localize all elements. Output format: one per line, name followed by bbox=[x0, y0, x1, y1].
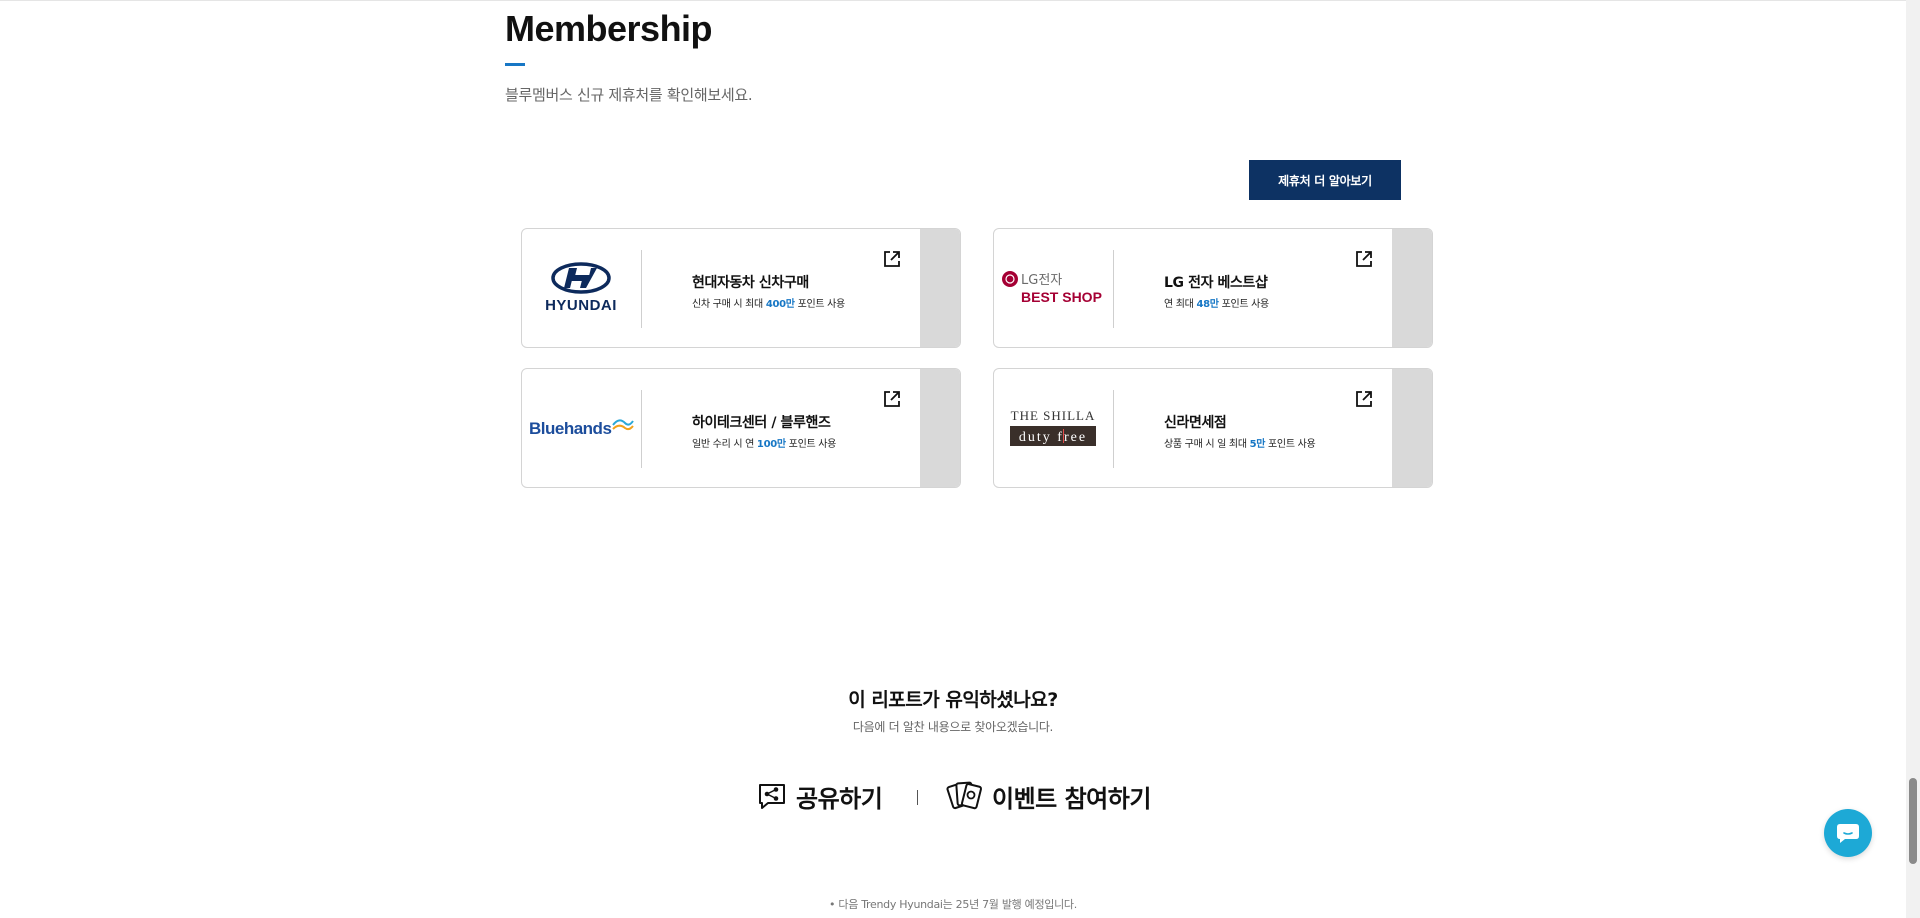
shilla-logo-text: THE SHILLA bbox=[1011, 408, 1096, 423]
partner-desc: 신차 구매 시 최대 400만 포인트 사용 bbox=[692, 299, 845, 310]
share-icon bbox=[759, 784, 785, 809]
title-underline bbox=[505, 63, 525, 66]
dutyfree-logo-text: duty free bbox=[1019, 430, 1087, 445]
page-subtitle: 블루멤버스 신규 제휴처를 확인해보세요. bbox=[505, 86, 753, 104]
event-button[interactable]: 이벤트 참여하기 bbox=[946, 776, 1151, 816]
top-rule bbox=[0, 0, 1906, 1]
partner-points: 100만 bbox=[756, 439, 786, 450]
partner-card-hyundai[interactable]: HYUNDAI 현대자동차 신차구매 신차 구매 시 최대 400만 포인트 사… bbox=[521, 228, 961, 348]
feedback-subtitle: 다음에 더 알찬 내용으로 찾아오겠습니다. bbox=[852, 720, 1054, 734]
scrollbar-thumb[interactable] bbox=[1909, 778, 1917, 864]
card-side-strip bbox=[920, 229, 960, 347]
card-divider bbox=[641, 390, 642, 468]
card-side-strip bbox=[1392, 229, 1432, 347]
scrollbar[interactable] bbox=[1906, 0, 1920, 918]
page-title: Membership bbox=[505, 8, 713, 49]
partner-title: 현대자동차 신차구매 bbox=[692, 275, 809, 291]
share-button[interactable]: 공유하기 bbox=[756, 776, 883, 816]
external-link-icon[interactable] bbox=[882, 389, 902, 409]
bluehands-logo: Bluehands bbox=[522, 369, 640, 487]
event-label: 이벤트 참여하기 bbox=[992, 784, 1151, 813]
shilla-logo: THE SHILLA duty free bbox=[994, 369, 1112, 487]
action-separator bbox=[917, 790, 918, 805]
partner-title: 하이테크센터 / 블루핸즈 bbox=[692, 415, 831, 431]
partner-points: 400만 bbox=[765, 299, 795, 310]
external-link-icon[interactable] bbox=[882, 249, 902, 269]
share-label: 공유하기 bbox=[796, 784, 883, 813]
partner-card-bluehands[interactable]: Bluehands 하이테크센터 / 블루핸즈 일반 수리 시 연 100만 포… bbox=[521, 368, 961, 488]
hyundai-logo: HYUNDAI bbox=[522, 229, 640, 347]
event-cards-icon bbox=[946, 781, 982, 810]
partner-card-lg[interactable]: LG전자 BEST SHOP LG 전자 베스트샵 연 최대 48만 포인트 사… bbox=[993, 228, 1433, 348]
lg-logo-text: LG전자 bbox=[1021, 273, 1062, 288]
card-side-strip bbox=[1392, 369, 1432, 487]
hyundai-logo-text: HYUNDAI bbox=[545, 297, 617, 314]
footnote: • 다음 Trendy Hyundai는 25년 7월 발행 예정입니다. bbox=[829, 898, 1077, 911]
partner-desc: 상품 구매 시 일 최대 5만 포인트 사용 bbox=[1164, 439, 1316, 450]
bestshop-logo-text: BEST SHOP bbox=[1021, 289, 1102, 305]
feedback-title: 이 리포트가 유익하셨나요? bbox=[848, 689, 1058, 711]
partner-points: 48만 bbox=[1196, 299, 1219, 310]
bluehands-logo-text: Bluehands bbox=[529, 419, 611, 438]
partner-desc: 일반 수리 시 연 100만 포인트 사용 bbox=[692, 439, 837, 450]
partner-card-shilla[interactable]: THE SHILLA duty free 신라면세점 상품 구매 시 일 최대 … bbox=[993, 368, 1433, 488]
more-partners-button[interactable]: 제휴처 더 알아보기 bbox=[1249, 160, 1401, 200]
lg-bestshop-logo: LG전자 BEST SHOP bbox=[994, 229, 1112, 347]
card-side-strip bbox=[920, 369, 960, 487]
partner-points: 5만 bbox=[1249, 439, 1266, 450]
external-link-icon[interactable] bbox=[1354, 249, 1374, 269]
card-divider bbox=[1113, 250, 1114, 328]
chat-button[interactable] bbox=[1824, 809, 1872, 857]
partner-desc: 연 최대 48만 포인트 사용 bbox=[1164, 299, 1269, 310]
partner-title: LG 전자 베스트샵 bbox=[1164, 275, 1268, 291]
external-link-icon[interactable] bbox=[1354, 389, 1374, 409]
card-divider bbox=[1113, 390, 1114, 468]
partner-title: 신라면세점 bbox=[1164, 415, 1227, 431]
chat-bubble-icon bbox=[1837, 824, 1859, 843]
card-divider bbox=[641, 250, 642, 328]
